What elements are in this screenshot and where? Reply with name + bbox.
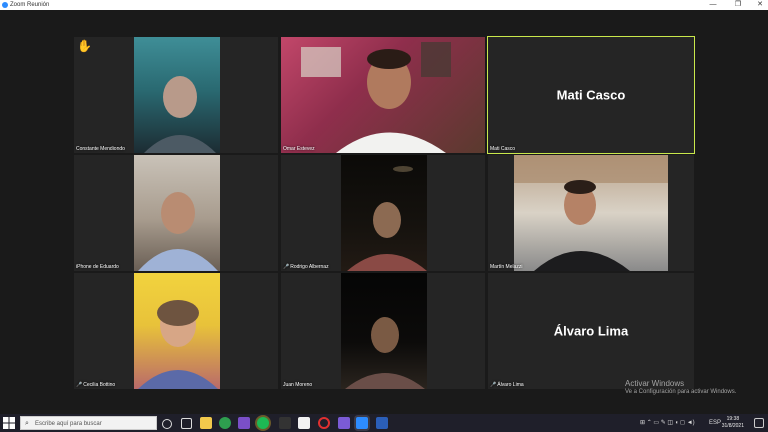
- window-titlebar: Zoom Reunión — ❐ ✕: [0, 0, 768, 10]
- participant-tile[interactable]: Juan Moreno: [281, 273, 485, 389]
- participant-name: Constante Mendiondo: [76, 146, 125, 152]
- clock-date: 31/8/2021: [721, 423, 744, 429]
- participant-name: 🎤Rodrigo Albernaz: [283, 264, 329, 270]
- windows-taskbar: ⌕ Escribe aquí para buscar ⊞ ⌃ ▭ ✎ ◫ ◖ ◻…: [0, 414, 768, 432]
- opera-icon[interactable]: [318, 417, 330, 429]
- participant-video: [514, 155, 668, 271]
- muted-mic-icon: 🎤: [76, 382, 83, 388]
- spotify-icon[interactable]: [257, 417, 269, 429]
- windows-start-icon[interactable]: [3, 417, 15, 429]
- participant-video: [134, 155, 220, 271]
- muted-mic-icon: 🎤: [490, 382, 497, 388]
- close-button[interactable]: ✕: [752, 0, 768, 10]
- participant-silhouette: [144, 76, 216, 153]
- participant-tile[interactable]: Martín Melazzi: [488, 155, 694, 271]
- minimize-button[interactable]: —: [705, 0, 721, 10]
- notifications-icon[interactable]: [754, 418, 764, 428]
- participant-tile[interactable]: Álvaro Lima 🎤Álvaro Lima: [488, 273, 694, 389]
- file-explorer-icon[interactable]: [200, 417, 212, 429]
- language-indicator[interactable]: ESP: [709, 417, 721, 429]
- participant-display-name: Mati Casco: [556, 87, 626, 103]
- participant-silhouette: [301, 42, 451, 153]
- app-icon[interactable]: [279, 417, 291, 429]
- participant-name: Mati Casco: [490, 146, 516, 152]
- participant-name: 🎤Álvaro Lima: [490, 382, 524, 388]
- cortana-icon[interactable]: [162, 419, 172, 429]
- task-view-icon[interactable]: [181, 418, 192, 429]
- participant-name: Martín Melazzi: [490, 264, 523, 270]
- participant-tile-active-speaker[interactable]: Mati Casco Mati Casco: [487, 36, 695, 154]
- participant-tile[interactable]: iPhone de Eduardo: [74, 155, 278, 271]
- participant-silhouette: [347, 166, 427, 271]
- gallery-view: ✋ Constante Mendiondo Omar Estevez Mati …: [0, 10, 768, 414]
- taskbar-search-input[interactable]: ⌕ Escribe aquí para buscar: [20, 416, 157, 430]
- participant-silhouette: [138, 192, 218, 271]
- participant-display-name: Álvaro Lima: [553, 323, 629, 339]
- participant-tile[interactable]: 🎤Rodrigo Albernaz: [281, 155, 485, 271]
- search-icon: ⌕: [25, 420, 29, 427]
- watermark-title: Activar Windows: [625, 379, 685, 388]
- participant-name: Juan Moreno: [283, 382, 313, 388]
- windows-activation-watermark: Activar Windows Ve a Configuración para …: [625, 379, 736, 395]
- app-icon[interactable]: [298, 417, 310, 429]
- participant-tile[interactable]: ✋ Constante Mendiondo: [74, 37, 278, 153]
- raised-hand-icon: ✋: [77, 39, 92, 53]
- participant-video: [134, 37, 220, 153]
- muted-mic-icon: 🎤: [283, 264, 290, 270]
- participant-tile[interactable]: 🎤Cecilia Bottino: [74, 273, 278, 389]
- word-icon[interactable]: [376, 417, 388, 429]
- participant-name: 🎤Cecilia Bottino: [76, 382, 116, 388]
- watermark-subtitle: Ve a Configuración para activar Windows.: [625, 389, 737, 395]
- participant-tile[interactable]: Omar Estevez: [281, 37, 485, 153]
- clock-time: 19:38: [726, 416, 740, 422]
- search-placeholder: Escribe aquí para buscar: [35, 421, 102, 427]
- participant-video: [341, 273, 427, 389]
- participant-silhouette: [345, 317, 425, 389]
- maximize-button[interactable]: ❐: [730, 0, 746, 10]
- participant-name: Omar Estevez: [283, 146, 315, 152]
- window-title: Zoom Reunión: [10, 2, 50, 8]
- chrome-icon[interactable]: [219, 417, 231, 429]
- participant-name: iPhone de Eduardo: [76, 264, 119, 270]
- system-tray-icons[interactable]: ⊞ ⌃ ▭ ✎ ◫ ◖ ◻ ◄): [640, 417, 695, 429]
- zoom-taskbar-icon[interactable]: [356, 417, 368, 429]
- taskbar-clock[interactable]: 19:38 31/8/2021: [722, 416, 744, 430]
- app-icon[interactable]: [338, 417, 350, 429]
- participant-video: [134, 273, 220, 389]
- participant-video: [341, 155, 427, 271]
- participant-silhouette: [138, 300, 218, 389]
- participant-silhouette: [514, 155, 668, 271]
- zoom-app-icon: [2, 2, 8, 8]
- participant-video: [281, 37, 485, 153]
- onenote-icon[interactable]: [238, 417, 250, 429]
